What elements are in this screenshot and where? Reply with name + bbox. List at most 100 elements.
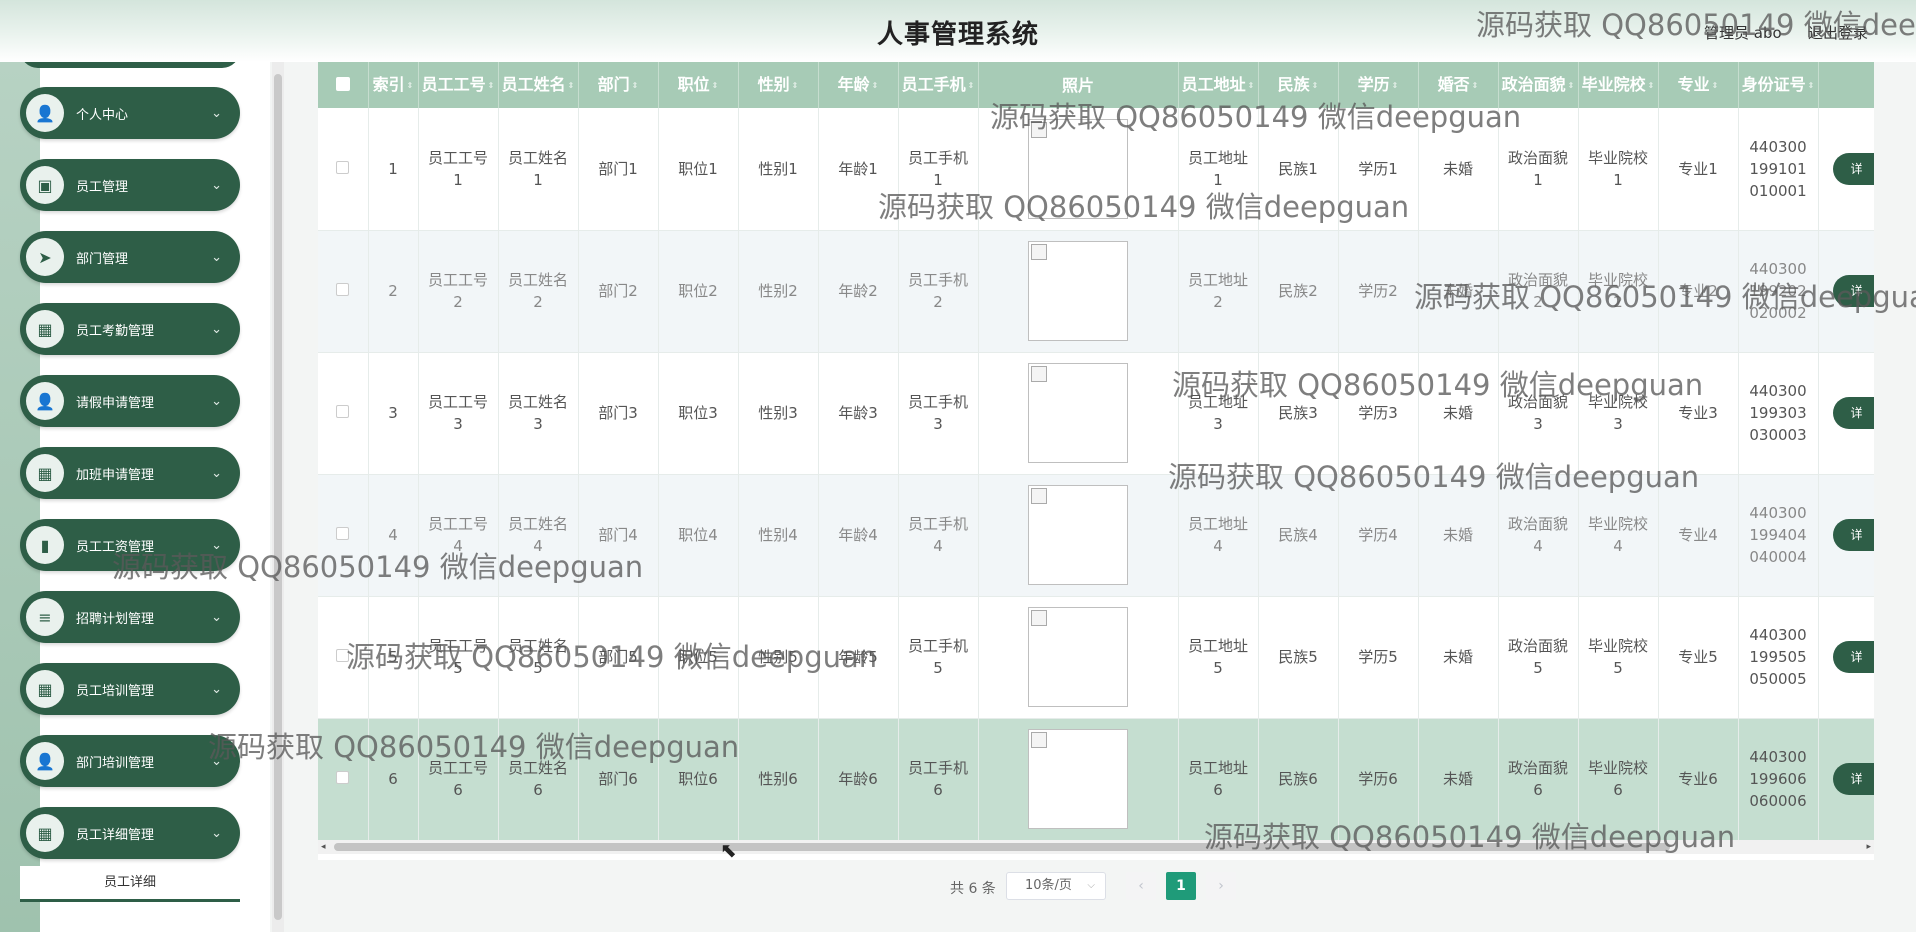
grid-icon: ▦ [26,454,64,492]
row-checkbox[interactable] [336,649,350,662]
detail-button[interactable]: 详 [1832,275,1873,307]
page-size-select[interactable]: 10条/页 ⌵ [1006,872,1106,900]
sort-icon[interactable]: ⇕ [632,81,639,90]
cell-dept: 部门2 [578,230,659,353]
table-row[interactable]: 6 员工工号6 员工姓名6 部门6 职位6 性别6 年龄6 员工手机6 员工地址6 民族6 学历6 未… [318,718,1874,841]
sort-icon[interactable]: ⇕ [1312,81,1319,90]
sidebar-scroll-thumb[interactable] [274,74,282,920]
sidebar-subitem-employee-detail[interactable]: 员工详细 [20,866,240,902]
cell-dept: 部门3 [578,352,659,475]
cell-pos: 职位2 [658,230,739,353]
row-checkbox[interactable] [336,405,350,418]
sort-icon[interactable]: ⇕ [712,81,719,90]
sidebar-item-label: 个人中心 [76,107,129,123]
sort-icon[interactable]: ⇕ [407,81,414,90]
header-label: 员工工号 [421,75,486,94]
row-checkbox-cell[interactable] [318,718,369,841]
row-checkbox-cell[interactable] [318,352,369,475]
row-checkbox[interactable] [336,527,350,540]
sort-icon[interactable]: ⇕ [488,81,495,90]
row-checkbox[interactable] [336,771,350,784]
sort-icon[interactable]: ⇕ [968,81,975,90]
cell-phone: 员工手机2 [898,230,979,353]
select-all-checkbox[interactable] [335,76,350,91]
user-icon: 👤 [26,382,64,420]
detail-button[interactable]: 详 [1832,763,1873,795]
row-checkbox-cell[interactable] [318,596,369,719]
prev-page-button[interactable]: ‹ [1126,872,1156,900]
sidebar-item-5[interactable]: ▦ 加班申请管理 ⌄ [20,447,240,499]
row-checkbox[interactable] [336,160,350,174]
sidebar-item-6[interactable]: ▮ 员工工资管理 ⌄ [20,519,240,571]
row-checkbox-cell[interactable] [318,108,369,231]
sidebar-item-8[interactable]: ▦ 员工培训管理 ⌄ [20,663,240,715]
sort-icon[interactable]: ⇕ [872,81,879,90]
sidebar-item-label: 员工管理 [76,179,129,195]
cell-name: 员工姓名1 [498,108,579,231]
table-horizontal-scrollbar[interactable]: ◂ ▸ [318,840,1874,854]
sidebar-scrollbar[interactable] [272,62,284,932]
cell-major: 专业4 [1658,474,1739,597]
sort-icon[interactable]: ⇕ [1712,81,1719,90]
cell-idcard: 440300199606060006 [1738,718,1819,841]
logout-link[interactable]: 退出登录 [1808,22,1868,43]
cell-age: 年龄5 [818,596,899,719]
header-label: 年龄 [837,75,870,94]
select-all-checkbox-cell[interactable] [318,62,369,108]
sort-icon[interactable]: ⇕ [1568,81,1575,90]
table-body: 1 员工工号1 员工姓名1 部门1 职位1 性别1 年龄1 员工手机1 员工地址1 民族1 学历1 未… [318,108,1874,841]
cell-index: 2 [368,230,419,353]
cell-phone: 员工手机5 [898,596,979,719]
next-page-button[interactable]: › [1206,872,1236,900]
detail-button[interactable]: 详 [1832,519,1873,551]
header-col-6: 性别 ⇕ [738,62,819,108]
cell-dept: 部门1 [578,108,659,231]
sidebar-item-7[interactable]: ≡ 招聘计划管理 ⌄ [20,591,240,643]
actions-cell: 详 [1818,352,1874,475]
row-checkbox[interactable] [336,283,350,296]
chevron-down-icon: ⌄ [211,321,222,337]
page-number-button[interactable]: 1 [1166,872,1196,900]
sort-icon[interactable]: ⇕ [1248,81,1255,90]
sidebar-item-2[interactable]: ➤ 部门管理 ⌄ [20,231,240,283]
header-label: 照片 [1061,75,1094,95]
sort-icon[interactable]: ⇕ [1648,81,1655,90]
sidebar-item-0[interactable]: 👤 个人中心 ⌄ [20,87,240,139]
photo-cell [978,596,1179,719]
cell-addr: 员工地址1 [1178,108,1259,231]
sidebar-item-label: 请假申请管理 [76,395,155,411]
horizontal-scroll-thumb[interactable] [334,843,1670,851]
cell-married: 未婚 [1418,718,1499,841]
row-checkbox-cell[interactable] [318,230,369,353]
cell-idcard: 440300199101010001 [1738,108,1819,231]
sidebar-item-partial[interactable] [20,62,240,68]
sort-icon[interactable]: ⇕ [792,81,799,90]
sidebar-item-10[interactable]: ▦ 员工详细管理 ⌄ [20,807,240,859]
cell-phone: 员工手机3 [898,352,979,475]
row-checkbox-cell[interactable] [318,474,369,597]
cell-addr: 员工地址3 [1178,352,1259,475]
sidebar-item-9[interactable]: 👤 部门培训管理 ⌄ [20,735,240,787]
sort-icon[interactable]: ⇕ [1472,81,1479,90]
table-row[interactable]: 1 员工工号1 员工姓名1 部门1 职位1 性别1 年龄1 员工手机1 员工地址1 民族1 学历1 未… [318,108,1874,231]
scroll-left-arrow-icon[interactable]: ◂ [321,840,326,854]
sort-icon[interactable]: ⇕ [1392,81,1399,90]
doc-icon: 详 [1850,161,1863,176]
sort-icon[interactable]: ⇕ [1808,81,1815,90]
sidebar-item-4[interactable]: 👤 请假申请管理 ⌄ [20,375,240,427]
detail-button[interactable]: 详 [1832,397,1873,429]
detail-button[interactable]: 详 [1832,152,1873,185]
sidebar-item-3[interactable]: ▦ 员工考勤管理 ⌄ [20,303,240,355]
detail-button[interactable]: 详 [1832,641,1873,673]
employee-table: 索引 ⇕ 员工工号 ⇕ 员工姓名 ⇕ 部门 ⇕ 职位 ⇕ 性别 ⇕ 年龄 ⇕ 员工手机 ⇕ 照片 员工地址 ⇕ 民族 ⇕… [318,62,1874,841]
user-icon: 👤 [26,742,64,780]
table-row[interactable]: 5 员工工号5 员工姓名5 部门5 职位5 性别5 年龄5 员工手机5 员工地址5 民族5 学历5 未… [318,596,1874,719]
header-col-17: 身份证号 ⇕ [1738,62,1819,108]
sidebar-item-1[interactable]: ▣ 员工管理 ⌄ [20,159,240,211]
table-row[interactable]: 4 员工工号4 员工姓名4 部门4 职位4 性别4 年龄4 员工手机4 员工地址4 民族4 学历4 未… [318,474,1874,597]
table-row[interactable]: 2 员工工号2 员工姓名2 部门2 职位2 性别2 年龄2 员工手机2 员工地址2 民族2 学历2 未… [318,230,1874,353]
sort-icon[interactable]: ⇕ [568,81,575,90]
scroll-right-arrow-icon[interactable]: ▸ [1866,840,1871,854]
header-label: 专业 [1677,75,1710,94]
table-row[interactable]: 3 员工工号3 员工姓名3 部门3 职位3 性别3 年龄3 员工手机3 员工地址3 民族3 学历3 未… [318,352,1874,475]
